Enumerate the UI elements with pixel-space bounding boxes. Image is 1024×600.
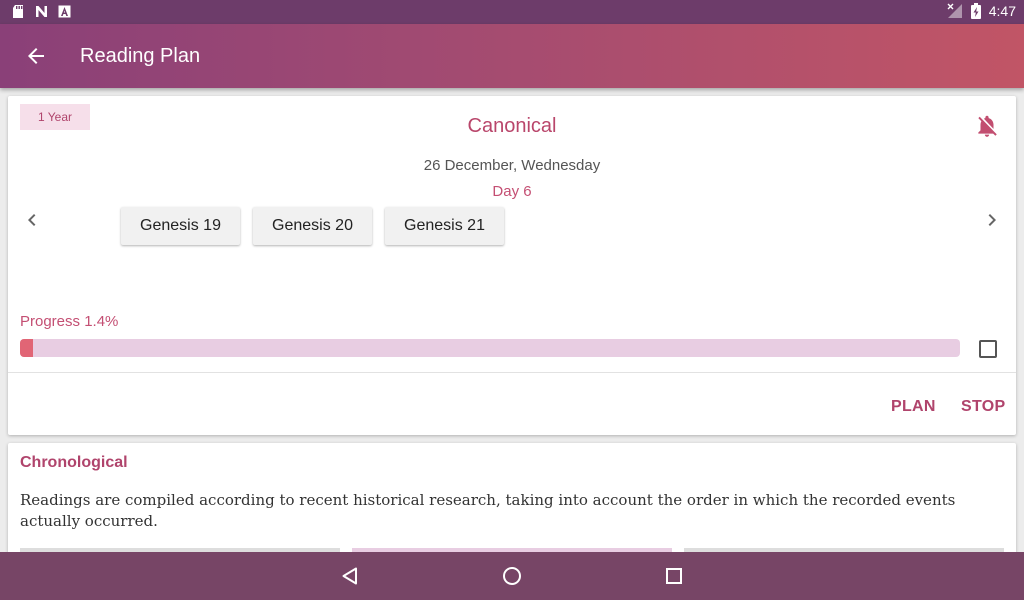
day-complete-checkbox[interactable] [979, 340, 997, 358]
system-nav-bar [0, 552, 1024, 600]
reading-button-genesis-20[interactable]: Genesis 20 [253, 207, 372, 245]
stop-button[interactable]: STOP [961, 398, 1005, 416]
chevron-right-icon[interactable] [980, 208, 1004, 232]
progress-fill [20, 339, 34, 357]
a-notification-icon [58, 5, 71, 18]
plan-button[interactable]: PLAN [891, 398, 936, 416]
plan-description: Readings are compiled according to recen… [20, 491, 956, 530]
sd-card-icon [13, 5, 23, 18]
plan-title: Canonical [467, 115, 557, 137]
battery-charging-icon [970, 3, 981, 19]
status-time: 4:47 [988, 3, 1016, 19]
arrow-left-icon[interactable] [24, 44, 48, 68]
plan-title: Chronological [20, 454, 128, 471]
status-bar: 4:47 [0, 0, 1024, 24]
plan-card-canonical: 1 Year Canonical 26 December, Wednesday … [8, 96, 1016, 435]
reading-button-genesis-21[interactable]: Genesis 21 [385, 207, 504, 245]
circle-home-icon[interactable] [500, 564, 524, 588]
page-title: Reading Plan [80, 45, 201, 67]
chevron-left-icon[interactable] [20, 208, 44, 232]
status-icons-left [12, 5, 71, 18]
card-divider [8, 372, 1016, 373]
no-signal-icon [947, 3, 962, 18]
n-notification-icon [36, 6, 47, 17]
reading-button-genesis-19[interactable]: Genesis 19 [121, 207, 240, 245]
plan-date: 26 December, Wednesday [423, 157, 601, 174]
square-recents-icon[interactable] [662, 564, 686, 588]
plan-day: Day 6 [492, 183, 532, 200]
status-icons-right: 4:47 [947, 3, 1016, 19]
progress-bar [20, 339, 960, 357]
plan-card-chronological[interactable]: Chronological Readings are compiled acco… [8, 443, 1016, 552]
bell-off-icon[interactable] [974, 112, 1000, 140]
triangle-back-icon[interactable] [338, 564, 362, 588]
app-bar: Reading Plan [0, 24, 1024, 88]
readings-row: Genesis 19 Genesis 20 Genesis 21 [121, 207, 504, 245]
progress-label: Progress 1.4% [20, 313, 119, 330]
plan-list[interactable]: 1 Year Canonical 26 December, Wednesday … [0, 88, 1024, 552]
